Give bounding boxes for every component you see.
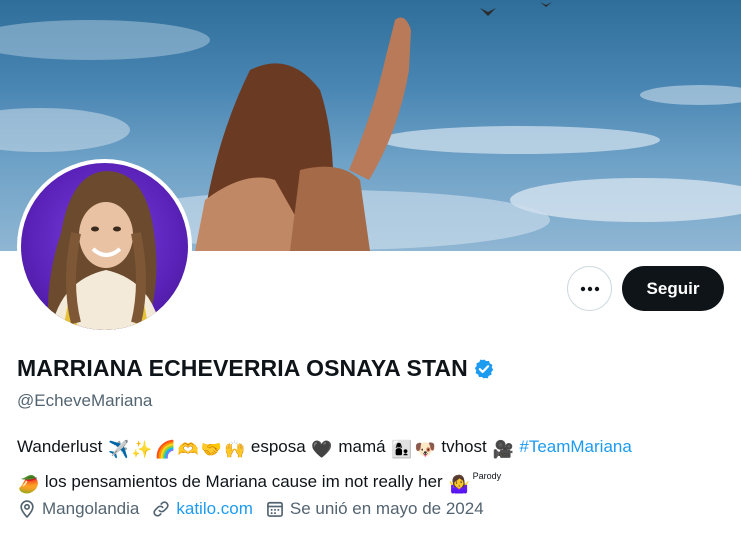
more-options-button[interactable] bbox=[567, 266, 612, 311]
bio-hashtag-link[interactable]: #TeamMariana bbox=[519, 437, 631, 456]
raised-hands-emoji-icon: 🙌 bbox=[223, 440, 246, 459]
airplane-emoji-icon: ✈️ bbox=[108, 440, 130, 459]
website-item: katilo.com bbox=[151, 499, 253, 519]
movie-camera-emoji-icon: 🎥 bbox=[492, 440, 514, 459]
parent-child-emoji-icon: 👩‍👦 bbox=[391, 440, 413, 459]
calendar-icon bbox=[266, 501, 283, 517]
rainbow-emoji-icon: 🌈 bbox=[154, 440, 176, 459]
more-icon bbox=[580, 286, 599, 291]
joined-text: Se unió en mayo de 2024 bbox=[289, 499, 484, 518]
website-link[interactable]: katilo.com bbox=[176, 499, 253, 519]
verified-badge-icon[interactable] bbox=[473, 358, 495, 380]
dog-emoji-icon: 🐶 bbox=[414, 440, 436, 459]
joined-item: Se unió en mayo de 2024 bbox=[265, 499, 484, 519]
profile-name-row: MARRIANA ECHEVERRIA OSNAYA STAN bbox=[17, 355, 495, 382]
display-name: MARRIANA ECHEVERRIA OSNAYA STAN bbox=[17, 355, 468, 381]
bio-text-4: tvhost bbox=[441, 437, 487, 456]
bio-text-3: mamá bbox=[338, 437, 386, 456]
bio-text-2: esposa bbox=[250, 437, 306, 456]
mango-emoji-icon: 🥭 bbox=[18, 475, 40, 494]
handshake-emoji-icon: 🤝 bbox=[200, 440, 222, 459]
location-text: Mangolandia bbox=[42, 499, 140, 518]
profile-avatar[interactable] bbox=[17, 159, 192, 334]
profile-meta: Mangolandia katilo.com Se unió en mayo d… bbox=[17, 499, 496, 519]
follow-button[interactable]: Seguir bbox=[622, 266, 724, 311]
follow-button-label: Seguir bbox=[646, 278, 700, 298]
avatar-image bbox=[21, 163, 188, 330]
location-item: Mangolandia bbox=[17, 499, 139, 519]
woman-shrugging-emoji-icon: 🤷‍♀️ bbox=[448, 475, 470, 494]
profile-bio: Wanderlust ✈️ ✨ 🌈 🫶 🤝 🙌 esposa 🖤 mamá 👩‍👦 🐶 tv… bbox=[17, 434, 717, 498]
bio-text-5: los pensamientos de Mariana cause im not… bbox=[44, 472, 443, 491]
sparkles-emoji-icon: ✨ bbox=[131, 440, 153, 459]
link-icon bbox=[153, 501, 169, 517]
black-heart-emoji-icon: 🖤 bbox=[311, 440, 333, 459]
location-pin-icon bbox=[20, 500, 34, 519]
heart-hands-emoji-icon: 🫶 bbox=[177, 440, 199, 459]
profile-handle: @EcheveMariana bbox=[17, 391, 153, 410]
parody-label: Parody bbox=[472, 471, 502, 481]
bio-text-1: Wanderlust bbox=[17, 437, 103, 456]
